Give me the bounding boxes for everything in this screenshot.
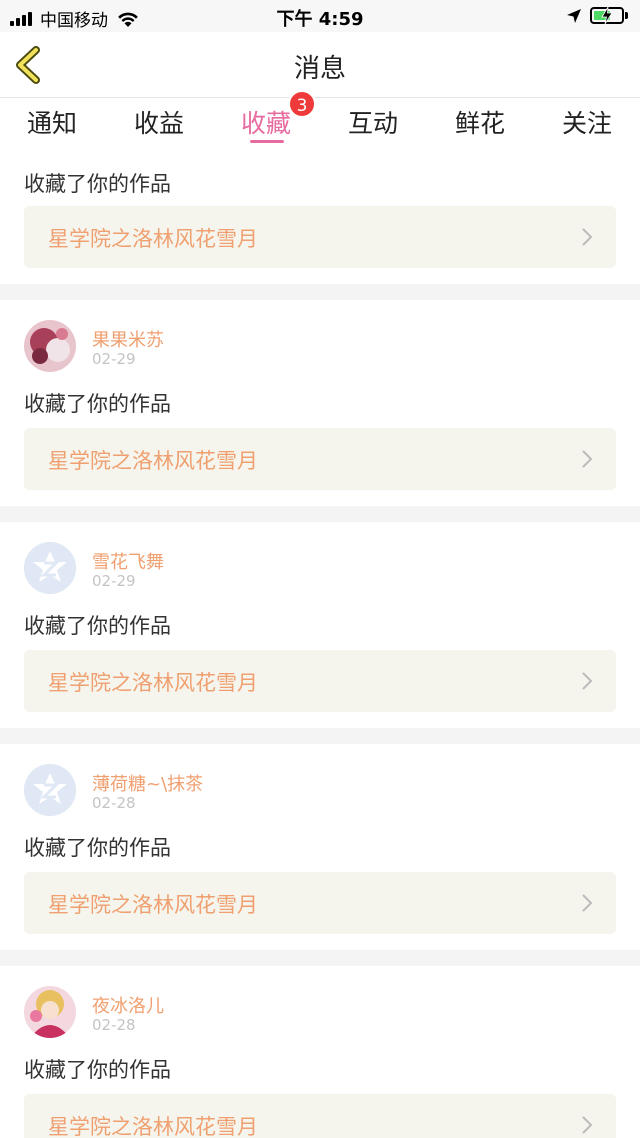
chevron-right-icon (582, 1116, 593, 1134)
default-avatar-icon (24, 542, 76, 594)
tab-interactions[interactable]: 互动 (333, 104, 413, 140)
action-text: 收藏了你的作品 (24, 836, 171, 860)
chevron-right-icon (582, 450, 593, 468)
work-card[interactable]: 星学院之洛林风花雪月 (24, 650, 616, 712)
list-item: 果果米苏 02-29 收藏了你的作品 星学院之洛林风花雪月 (0, 300, 640, 506)
work-title: 星学院之洛林风花雪月 (48, 227, 258, 251)
work-card[interactable]: 星学院之洛林风花雪月 (24, 428, 616, 490)
action-text: 收藏了你的作品 (24, 392, 171, 416)
favorites-badge: 3 (288, 90, 316, 118)
avatar[interactable] (24, 764, 76, 816)
work-title: 星学院之洛林风花雪月 (48, 893, 258, 917)
action-text: 收藏了你的作品 (24, 172, 171, 196)
list-item: 薄荷糖~\抹茶 02-28 收藏了你的作品 星学院之洛林风花雪月 (0, 744, 640, 950)
tab-earnings[interactable]: 收益 (119, 104, 199, 140)
avatar[interactable] (24, 986, 76, 1038)
divider (0, 506, 640, 522)
location-arrow-icon (567, 8, 581, 23)
active-tab-indicator (250, 140, 284, 143)
action-text: 收藏了你的作品 (24, 1058, 171, 1082)
tab-flowers[interactable]: 鲜花 (440, 104, 520, 140)
chevron-right-icon (582, 228, 593, 246)
username[interactable]: 果果米苏 (92, 326, 164, 352)
username[interactable]: 雪花飞舞 (92, 548, 164, 574)
nav-bar: 消息 (0, 32, 640, 98)
tab-following[interactable]: 关注 (547, 104, 627, 140)
status-bar: 中国移动 下午 4:59 (0, 0, 640, 32)
status-right (566, 7, 628, 24)
message-feed[interactable]: 收藏了你的作品 星学院之洛林风花雪月 果果米苏 02-29 收藏了你的作品 星学… (0, 154, 640, 1138)
timestamp: 02-28 (92, 1016, 136, 1034)
list-item: 夜冰洛儿 02-28 收藏了你的作品 星学院之洛林风花雪月 (0, 966, 640, 1138)
tab-bar: 通知 收益 收藏 3 互动 鲜花 关注 (0, 90, 640, 154)
chevron-right-icon (582, 672, 593, 690)
work-card[interactable]: 星学院之洛林风花雪月 (24, 872, 616, 934)
work-card[interactable]: 星学院之洛林风花雪月 (24, 1094, 616, 1138)
timestamp: 02-29 (92, 572, 136, 590)
photo-avatar-icon (24, 320, 76, 372)
photo-avatar-icon (24, 986, 76, 1038)
divider (0, 950, 640, 966)
work-card[interactable]: 星学院之洛林风花雪月 (24, 206, 616, 268)
action-text: 收藏了你的作品 (24, 614, 171, 638)
username[interactable]: 薄荷糖~\抹茶 (92, 770, 203, 796)
battery-tip (625, 12, 628, 19)
tab-notifications[interactable]: 通知 (12, 104, 92, 140)
battery-icon (590, 7, 624, 24)
chevron-right-icon (582, 894, 593, 912)
divider (0, 728, 640, 744)
timestamp: 02-28 (92, 794, 136, 812)
list-item: 雪花飞舞 02-29 收藏了你的作品 星学院之洛林风花雪月 (0, 522, 640, 728)
list-item: 收藏了你的作品 星学院之洛林风花雪月 (0, 154, 640, 284)
timestamp: 02-29 (92, 350, 136, 368)
default-avatar-icon (24, 764, 76, 816)
work-title: 星学院之洛林风花雪月 (48, 449, 258, 473)
avatar[interactable] (24, 542, 76, 594)
work-title: 星学院之洛林风花雪月 (48, 671, 258, 695)
page-title: 消息 (293, 54, 346, 84)
work-title: 星学院之洛林风花雪月 (48, 1115, 258, 1138)
status-time: 下午 4:59 (276, 9, 364, 30)
divider (0, 284, 640, 300)
username[interactable]: 夜冰洛儿 (92, 992, 164, 1018)
avatar[interactable] (24, 320, 76, 372)
